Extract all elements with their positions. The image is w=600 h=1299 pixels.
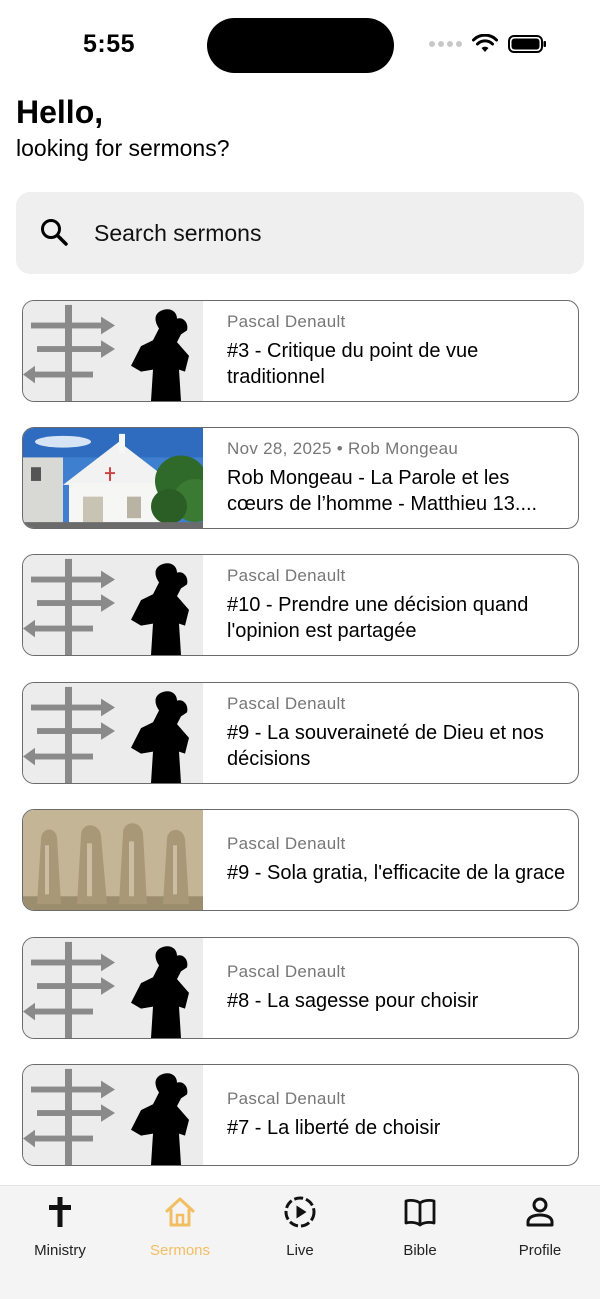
sermon-thumbnail: [23, 555, 203, 655]
cellular-signal-icon: [429, 41, 462, 47]
search-icon: [41, 219, 68, 246]
sermon-title: #8 - La sagesse pour choisir: [227, 990, 479, 1012]
greeting: Hello, looking for sermons?: [16, 93, 230, 163]
sermon-thumbnail: [23, 938, 203, 1038]
sermon-card[interactable]: Pascal Denault #9 - La souveraineté de D…: [22, 682, 579, 784]
greeting-subtitle: looking for sermons?: [16, 135, 230, 161]
sermon-title: #9 - La souveraineté de Dieu et nos déci…: [227, 722, 544, 770]
sermon-title: #3 - Critique du point de vue traditionn…: [227, 340, 479, 388]
sermon-title: Rob Mongeau - La Parole et les cœurs de …: [227, 467, 538, 515]
greeting-title: Hello,: [16, 94, 104, 130]
battery-icon: [508, 35, 546, 53]
sermon-card[interactable]: Nov 28, 2025 • Rob Mongeau Rob Mongeau -…: [22, 427, 579, 529]
search-placeholder: Search sermons: [94, 219, 262, 246]
sermon-card[interactable]: Pascal Denault #7 - La liberté de choisi…: [22, 1064, 579, 1166]
sermon-meta: Pascal Denault: [227, 1089, 346, 1108]
sermon-card[interactable]: Pascal Denault #9 - Sola gratia, l'effic…: [22, 809, 579, 911]
sermon-meta: Pascal Denault: [227, 312, 346, 331]
tab-ministry[interactable]: Ministry: [0, 1186, 120, 1299]
sermon-meta: Pascal Denault: [227, 962, 346, 981]
sermon-thumbnail: [23, 810, 203, 910]
tab-label: Live: [286, 1242, 314, 1259]
sermon-card[interactable]: Pascal Denault #10 - Prendre une décisio…: [22, 554, 579, 656]
sermon-title: #9 - Sola gratia, l'efficacite de la gra…: [227, 862, 566, 884]
tab-bar: Ministry Sermons Live Bible Profile: [0, 1185, 600, 1299]
status-bar: 5:55: [0, 0, 600, 95]
tab-profile[interactable]: Profile: [480, 1186, 600, 1299]
book-icon: [404, 1199, 436, 1227]
wifi-icon: [472, 34, 498, 52]
sermon-title: #10 - Prendre une décision quand l'opini…: [227, 594, 529, 642]
sermon-meta: Nov 28, 2025 • Rob Mongeau: [227, 439, 459, 458]
home-icon: [165, 1197, 195, 1227]
sermon-title: #7 - La liberté de choisir: [227, 1117, 441, 1139]
sermon-meta: Pascal Denault: [227, 566, 346, 585]
sermon-thumbnail: [23, 683, 203, 783]
sermon-thumbnail: [23, 1065, 203, 1165]
sermon-thumbnail: [23, 428, 203, 528]
sermon-card[interactable]: Pascal Denault #3 - Critique du point de…: [22, 300, 579, 402]
tab-label: Sermons: [149, 1242, 211, 1259]
status-time: 5:55: [83, 30, 136, 58]
tab-label: Profile: [518, 1242, 562, 1259]
play-circle-icon: [284, 1196, 316, 1228]
status-icons: [429, 34, 548, 54]
sermon-thumbnail: [23, 301, 203, 401]
sermon-meta: Pascal Denault: [227, 834, 346, 853]
tab-label: Bible: [403, 1242, 437, 1259]
tab-bible[interactable]: Bible: [360, 1186, 480, 1299]
tab-label: Ministry: [34, 1242, 86, 1259]
tab-sermons[interactable]: Sermons: [120, 1186, 240, 1299]
search-input[interactable]: Search sermons: [16, 192, 584, 274]
tab-live[interactable]: Live: [240, 1186, 360, 1299]
dynamic-island: [207, 18, 394, 73]
sermon-card[interactable]: Pascal Denault #8 - La sagesse pour choi…: [22, 937, 579, 1039]
cross-icon: [49, 1197, 71, 1227]
person-icon: [526, 1197, 554, 1227]
sermon-meta: Pascal Denault: [227, 694, 346, 713]
